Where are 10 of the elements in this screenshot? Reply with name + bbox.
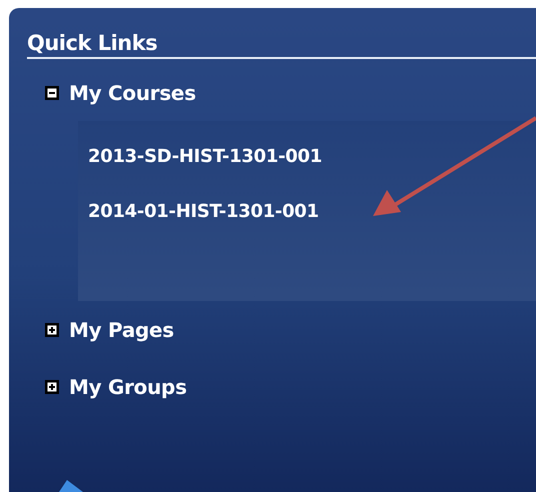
section-heading[interactable]: My Pages — [69, 318, 174, 342]
collapse-icon[interactable] — [45, 86, 59, 100]
course-link[interactable]: 2014-01-HIST-1301-001 — [88, 184, 319, 239]
panel-title: Quick Links — [27, 30, 158, 56]
expand-icon[interactable] — [45, 380, 59, 394]
course-link[interactable]: 2013-SD-HIST-1301-001 — [88, 129, 322, 184]
expand-icon[interactable] — [45, 322, 59, 336]
section-heading[interactable]: My Groups — [69, 374, 187, 398]
section-heading[interactable]: My Courses — [69, 80, 196, 104]
triangle-icon — [57, 480, 83, 492]
